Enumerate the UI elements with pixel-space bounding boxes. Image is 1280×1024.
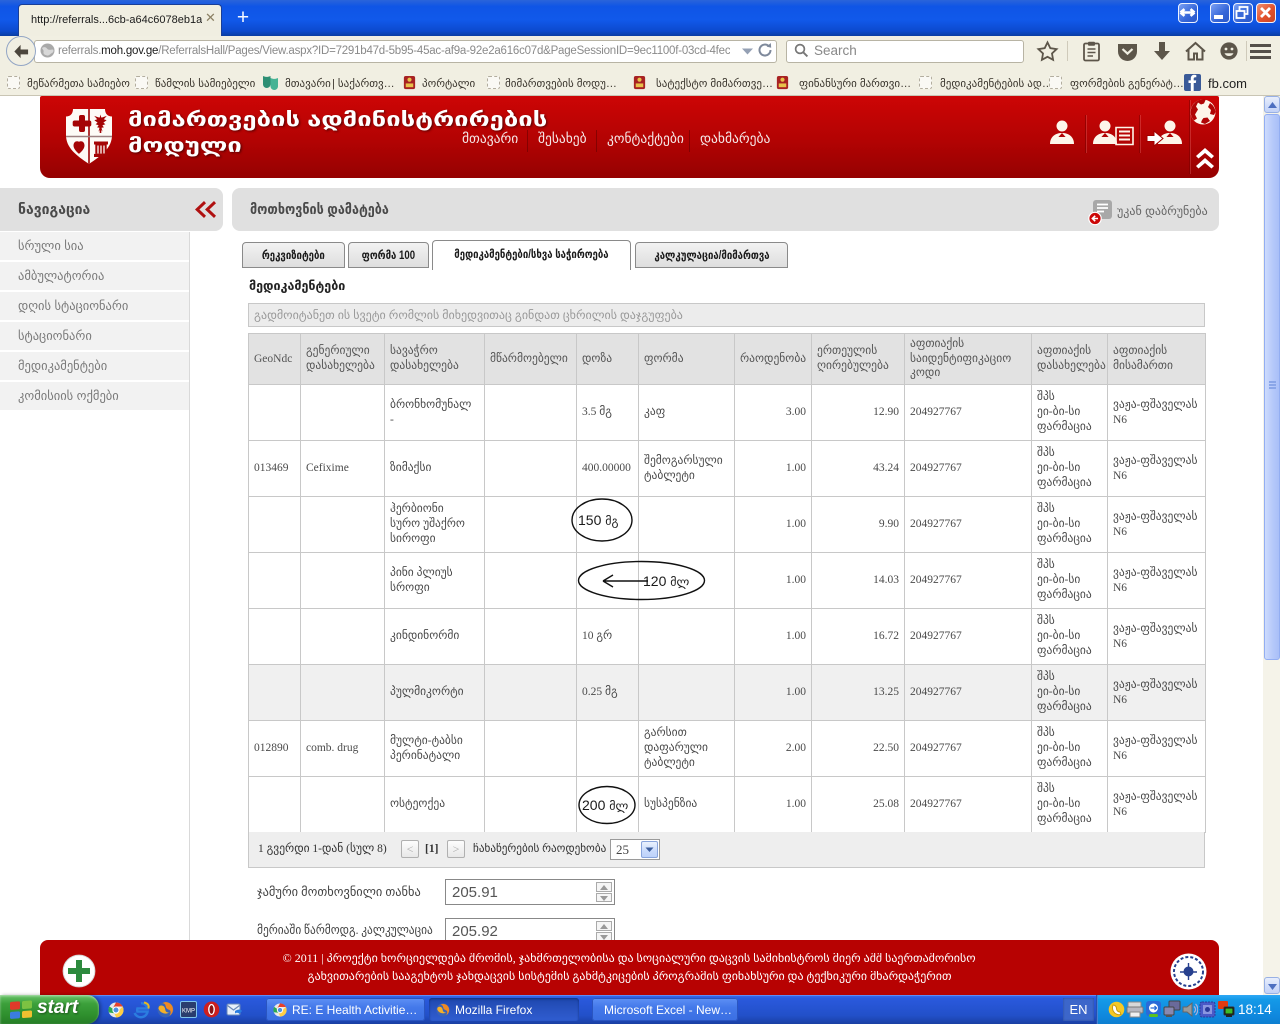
- svg-text:KMP: KMP: [182, 1009, 195, 1015]
